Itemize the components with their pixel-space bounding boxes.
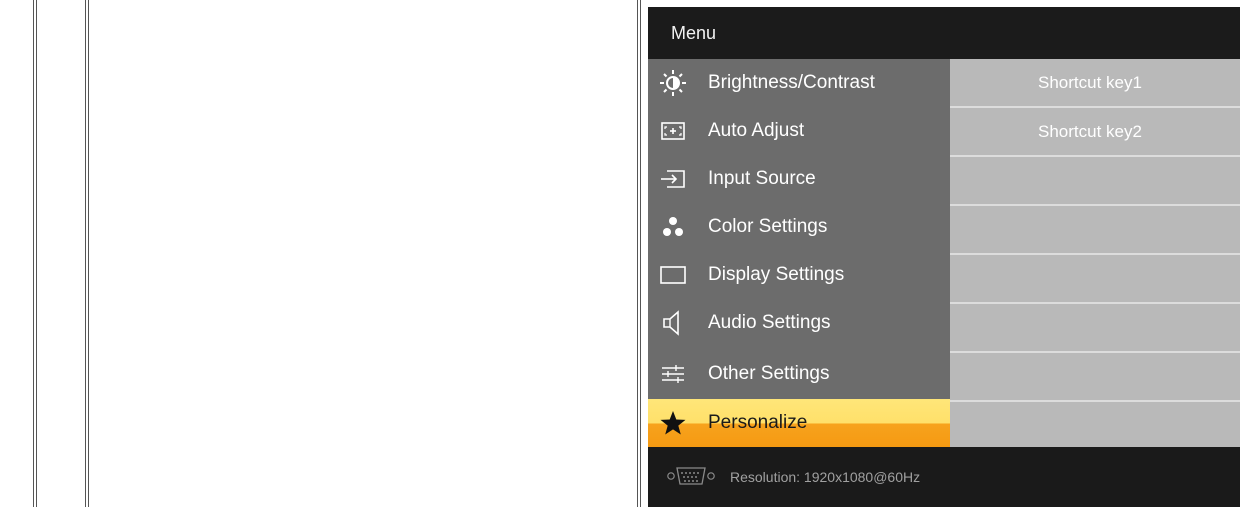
submenu-shortcut-key2[interactable]: Shortcut key2: [950, 108, 1240, 157]
vga-connector-icon: [666, 465, 716, 490]
speaker-icon: [656, 306, 690, 340]
osd-title: Menu: [648, 7, 1240, 59]
menu-item-label: Auto Adjust: [708, 120, 805, 141]
frame-line-left: [33, 0, 34, 507]
menu-item-brightness-contrast[interactable]: Brightness/Contrast: [648, 59, 950, 107]
submenu-row-empty: [950, 206, 1240, 255]
frame-line-middle-2: [88, 0, 89, 507]
submenu-row-empty: [950, 304, 1240, 353]
frame-line-right: [637, 0, 638, 507]
menu-item-label: Personalize: [708, 412, 808, 433]
menu-item-label: Brightness/Contrast: [708, 72, 875, 93]
auto-adjust-icon: [656, 114, 690, 148]
submenu-row-empty: [950, 402, 1240, 447]
menu-item-color-settings[interactable]: Color Settings: [648, 203, 950, 251]
menu-item-label: Other Settings: [708, 363, 830, 384]
menu-item-input-source[interactable]: Input Source: [648, 155, 950, 203]
submenu-shortcut-key1[interactable]: Shortcut key1: [950, 59, 1240, 108]
submenu-row-empty: [950, 157, 1240, 206]
menu-item-label: Audio Settings: [708, 312, 831, 333]
brightness-icon: [656, 66, 690, 100]
menu-item-audio-settings[interactable]: Audio Settings: [648, 299, 950, 347]
menu-item-label: Color Settings: [708, 216, 828, 237]
sliders-icon: [656, 357, 690, 391]
submenu-label: Shortcut key1: [1038, 73, 1142, 92]
resolution-text: Resolution: 1920x1080@60Hz: [730, 469, 921, 485]
display-settings-icon: [656, 258, 690, 292]
input-source-icon: [656, 162, 690, 196]
frame-line-middle: [85, 0, 86, 507]
submenu-row-empty: [950, 353, 1240, 402]
submenu-label: Shortcut key2: [1038, 122, 1142, 141]
main-menu-list: Brightness/Contrast Auto Adjust Input So…: [648, 59, 950, 447]
menu-item-other-settings[interactable]: Other Settings: [648, 350, 950, 398]
submenu-row-empty: [950, 255, 1240, 304]
star-icon: [656, 406, 690, 440]
osd-menu-panel: Menu Brightness/Contrast Auto Adjust Inp…: [648, 7, 1240, 507]
color-settings-icon: [656, 210, 690, 244]
frame-line-left-2: [36, 0, 37, 507]
menu-item-auto-adjust[interactable]: Auto Adjust: [648, 107, 950, 155]
menu-item-personalize[interactable]: Personalize: [648, 399, 950, 447]
menu-item-label: Display Settings: [708, 264, 845, 285]
menu-item-label: Input Source: [708, 168, 816, 189]
osd-footer: Resolution: 1920x1080@60Hz: [648, 447, 1240, 507]
menu-item-display-settings[interactable]: Display Settings: [648, 251, 950, 299]
submenu-list: Shortcut key1 Shortcut key2: [950, 59, 1240, 447]
frame-line-right-2: [640, 0, 641, 507]
